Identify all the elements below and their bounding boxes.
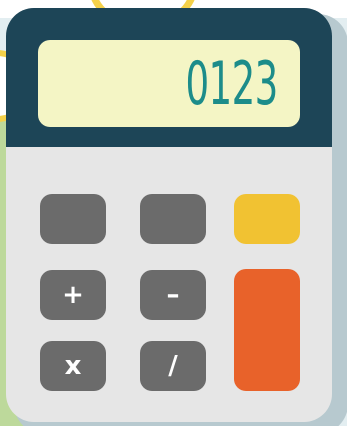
calculator-body: 0123 + – x / — [6, 8, 332, 422]
calculator-display: 0123 — [38, 40, 300, 127]
multiply-key[interactable]: x — [40, 341, 106, 391]
equals-key[interactable] — [234, 269, 300, 391]
calculator-top-panel: 0123 — [6, 8, 332, 147]
display-value: 0123 — [185, 48, 279, 119]
minus-key[interactable]: – — [140, 270, 206, 320]
plus-key[interactable]: + — [40, 270, 106, 320]
blank-key-2[interactable] — [140, 194, 206, 244]
divide-key[interactable]: / — [140, 341, 206, 391]
yellow-key[interactable] — [234, 194, 300, 244]
calculator-illustration: 0123 + – x / — [0, 0, 347, 426]
blank-key-1[interactable] — [40, 194, 106, 244]
